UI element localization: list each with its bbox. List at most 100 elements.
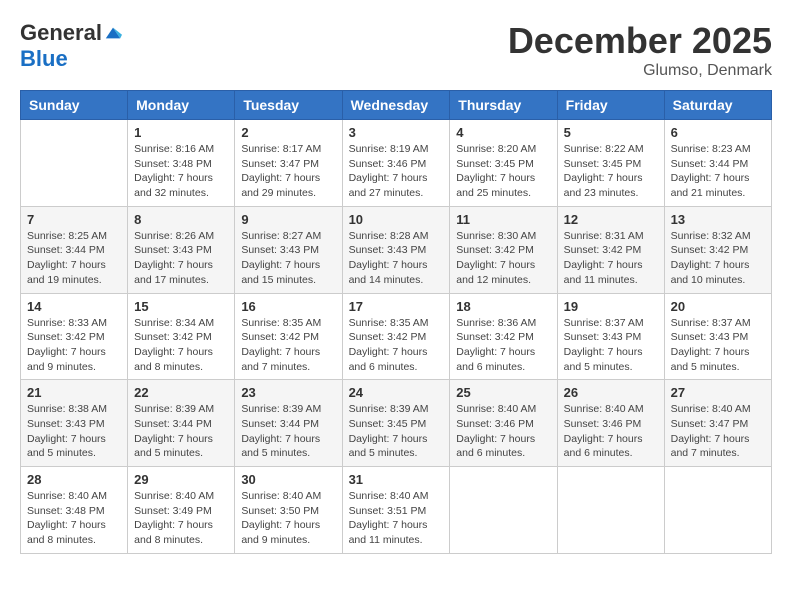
day-info: Sunrise: 8:16 AMSunset: 3:48 PMDaylight:… [134,142,228,201]
day-info: Sunrise: 8:20 AMSunset: 3:45 PMDaylight:… [456,142,550,201]
calendar-cell: 16 Sunrise: 8:35 AMSunset: 3:42 PMDayligh… [235,293,342,380]
day-number: 15 [134,299,228,314]
logo: General Blue [20,20,122,72]
day-number: 11 [456,212,550,227]
calendar-cell: 22 Sunrise: 8:39 AMSunset: 3:44 PMDayligh… [128,380,235,467]
logo-icon [104,24,122,42]
day-info: Sunrise: 8:19 AMSunset: 3:46 PMDaylight:… [349,142,444,201]
calendar-cell: 17 Sunrise: 8:35 AMSunset: 3:42 PMDayligh… [342,293,450,380]
day-info: Sunrise: 8:28 AMSunset: 3:43 PMDaylight:… [349,229,444,288]
day-number: 7 [27,212,121,227]
day-info: Sunrise: 8:38 AMSunset: 3:43 PMDaylight:… [27,402,121,461]
day-number: 3 [349,125,444,140]
calendar-header-row: SundayMondayTuesdayWednesdayThursdayFrid… [21,91,772,120]
day-number: 20 [671,299,765,314]
calendar-cell: 6 Sunrise: 8:23 AMSunset: 3:44 PMDaylight… [664,120,771,207]
calendar-cell: 21 Sunrise: 8:38 AMSunset: 3:43 PMDayligh… [21,380,128,467]
calendar-cell: 28 Sunrise: 8:40 AMSunset: 3:48 PMDayligh… [21,467,128,554]
calendar-cell: 4 Sunrise: 8:20 AMSunset: 3:45 PMDaylight… [450,120,557,207]
day-info: Sunrise: 8:40 AMSunset: 3:48 PMDaylight:… [27,489,121,548]
calendar-week-5: 28 Sunrise: 8:40 AMSunset: 3:48 PMDayligh… [21,467,772,554]
day-number: 21 [27,385,121,400]
calendar-cell: 14 Sunrise: 8:33 AMSunset: 3:42 PMDayligh… [21,293,128,380]
calendar-header-thursday: Thursday [450,91,557,120]
calendar-cell: 12 Sunrise: 8:31 AMSunset: 3:42 PMDayligh… [557,206,664,293]
day-info: Sunrise: 8:39 AMSunset: 3:44 PMDaylight:… [241,402,335,461]
calendar-week-2: 7 Sunrise: 8:25 AMSunset: 3:44 PMDaylight… [21,206,772,293]
calendar-cell: 29Sunrise: 8:40 AMSunset: 3:49 PMDayligh… [128,467,235,554]
day-number: 19 [564,299,658,314]
day-info: Sunrise: 8:40 AMSunset: 3:50 PMDaylight:… [241,489,335,548]
day-number: 4 [456,125,550,140]
calendar-cell: 7 Sunrise: 8:25 AMSunset: 3:44 PMDaylight… [21,206,128,293]
day-number: 31 [349,472,444,487]
logo-general-text: General [20,20,102,46]
day-number: 26 [564,385,658,400]
calendar-header-tuesday: Tuesday [235,91,342,120]
day-number: 1 [134,125,228,140]
calendar-cell: 1 Sunrise: 8:16 AMSunset: 3:48 PMDaylight… [128,120,235,207]
day-number: 8 [134,212,228,227]
calendar-cell: 23 Sunrise: 8:39 AMSunset: 3:44 PMDayligh… [235,380,342,467]
calendar-cell: 27 Sunrise: 8:40 AMSunset: 3:47 PMDayligh… [664,380,771,467]
logo-blue-text: Blue [20,46,68,72]
day-info: Sunrise: 8:37 AMSunset: 3:43 PMDaylight:… [671,316,765,375]
day-info: Sunrise: 8:23 AMSunset: 3:44 PMDaylight:… [671,142,765,201]
day-info: Sunrise: 8:22 AMSunset: 3:45 PMDaylight:… [564,142,658,201]
calendar-cell: 30 Sunrise: 8:40 AMSunset: 3:50 PMDayligh… [235,467,342,554]
calendar-cell [557,467,664,554]
calendar-cell: 10Sunrise: 8:28 AMSunset: 3:43 PMDayligh… [342,206,450,293]
calendar-cell [450,467,557,554]
calendar-header-friday: Friday [557,91,664,120]
day-number: 29 [134,472,228,487]
day-info: Sunrise: 8:40 AMSunset: 3:47 PMDaylight:… [671,402,765,461]
title-section: December 2025 Glumso, Denmark [508,20,772,80]
day-info: Sunrise: 8:35 AMSunset: 3:42 PMDaylight:… [241,316,335,375]
day-number: 18 [456,299,550,314]
calendar-cell: 19Sunrise: 8:37 AMSunset: 3:43 PMDayligh… [557,293,664,380]
month-title: December 2025 [508,20,772,62]
day-number: 25 [456,385,550,400]
calendar-header-monday: Monday [128,91,235,120]
day-info: Sunrise: 8:30 AMSunset: 3:42 PMDaylight:… [456,229,550,288]
day-info: Sunrise: 8:36 AMSunset: 3:42 PMDaylight:… [456,316,550,375]
calendar-header-wednesday: Wednesday [342,91,450,120]
calendar-cell: 8Sunrise: 8:26 AMSunset: 3:43 PMDaylight… [128,206,235,293]
day-number: 16 [241,299,335,314]
day-info: Sunrise: 8:31 AMSunset: 3:42 PMDaylight:… [564,229,658,288]
calendar-cell: 18 Sunrise: 8:36 AMSunset: 3:42 PMDayligh… [450,293,557,380]
day-number: 17 [349,299,444,314]
calendar-header-saturday: Saturday [664,91,771,120]
day-number: 30 [241,472,335,487]
calendar-cell [664,467,771,554]
day-number: 27 [671,385,765,400]
calendar-table: SundayMondayTuesdayWednesdayThursdayFrid… [20,90,772,554]
day-number: 14 [27,299,121,314]
calendar-cell: 24Sunrise: 8:39 AMSunset: 3:45 PMDayligh… [342,380,450,467]
calendar-cell: 5 Sunrise: 8:22 AMSunset: 3:45 PMDaylight… [557,120,664,207]
day-number: 13 [671,212,765,227]
calendar-cell [21,120,128,207]
day-number: 23 [241,385,335,400]
day-info: Sunrise: 8:33 AMSunset: 3:42 PMDaylight:… [27,316,121,375]
day-info: Sunrise: 8:35 AMSunset: 3:42 PMDaylight:… [349,316,444,375]
day-number: 9 [241,212,335,227]
day-number: 24 [349,385,444,400]
day-number: 22 [134,385,228,400]
calendar-cell: 2 Sunrise: 8:17 AMSunset: 3:47 PMDaylight… [235,120,342,207]
day-number: 28 [27,472,121,487]
calendar-cell: 11 Sunrise: 8:30 AMSunset: 3:42 PMDayligh… [450,206,557,293]
day-info: Sunrise: 8:34 AMSunset: 3:42 PMDaylight:… [134,316,228,375]
day-info: Sunrise: 8:25 AMSunset: 3:44 PMDaylight:… [27,229,121,288]
day-info: Sunrise: 8:17 AMSunset: 3:47 PMDaylight:… [241,142,335,201]
page-header: General Blue December 2025 Glumso, Denma… [20,20,772,80]
day-info: Sunrise: 8:39 AMSunset: 3:44 PMDaylight:… [134,402,228,461]
day-number: 5 [564,125,658,140]
day-number: 12 [564,212,658,227]
day-number: 6 [671,125,765,140]
day-number: 2 [241,125,335,140]
location-text: Glumso, Denmark [508,62,772,80]
calendar-week-3: 14 Sunrise: 8:33 AMSunset: 3:42 PMDayligh… [21,293,772,380]
calendar-cell: 3 Sunrise: 8:19 AMSunset: 3:46 PMDaylight… [342,120,450,207]
day-info: Sunrise: 8:40 AMSunset: 3:46 PMDaylight:… [564,402,658,461]
